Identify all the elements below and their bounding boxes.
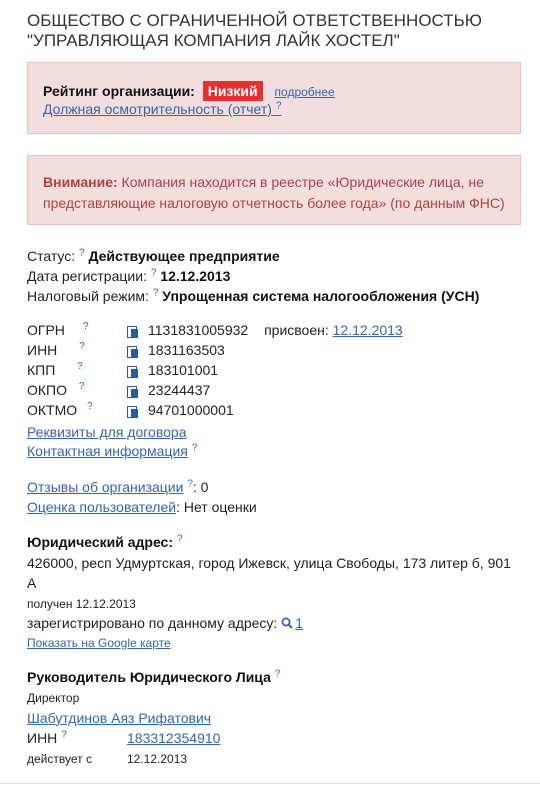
help-mark[interactable]: ? [83,321,89,332]
tax-regime-label: Налоговый режим: [27,288,149,304]
bottom-divider [0,783,540,784]
copy-icon[interactable] [127,366,139,379]
reviews-count: : 0 [192,479,209,495]
help-mark[interactable]: ? [87,401,93,412]
head-name-row: Шабутдинов Аяз Рифатович [27,708,211,728]
head-inn-label: ИНН [27,730,58,746]
user-rating-value: : Нет оценки [176,499,257,515]
warning-panel: Внимание: Компания находится в реестре «… [27,155,521,225]
contacts-link[interactable]: Контактная информация [27,443,188,459]
help-mark[interactable]: ? [61,729,67,740]
help-mark[interactable]: ? [275,668,281,679]
rating-row: Рейтинг организации: Низкий подробнее [43,81,335,101]
status-value: Действующее предприятие [88,248,280,264]
status-row: Статус: ? Действующее предприятие [27,246,280,266]
help-mark[interactable]: ? [79,381,85,392]
tax-regime-row: Налоговый режим: ? Упрощенная система на… [27,286,479,306]
address-registered-row: зарегистрировано по данному адресу: 1 [27,613,303,633]
address-line1: 426000, респ Удмуртская, город Ижевск, у… [27,555,511,571]
google-map-link[interactable]: Показать на Google карте [27,636,171,650]
registration-value: 12.12.2013 [160,268,231,284]
inn-label: ИНН ? [27,341,85,358]
address-heading: Юридический адрес: ? [27,533,183,550]
reviews-link[interactable]: Отзывы об организации [27,479,183,495]
head-inn-row: ИНН ? [27,728,67,748]
copy-icon[interactable] [127,406,139,419]
status-label: Статус: [27,248,76,264]
assigned-date-link[interactable]: 12.12.2013 [333,322,403,338]
help-mark[interactable]: ? [79,341,85,352]
due-diligence-link[interactable]: Должная осмотрительность (отчет) [43,101,272,117]
rating-badge: Низкий [202,81,263,101]
due-diligence-row: Должная осмотрительность (отчет) ? [43,101,281,117]
address-received: получен 12.12.2013 [27,597,136,611]
address-registered-label: зарегистрировано по данному адресу: [27,615,278,631]
kpp-value: 183101001 [148,362,219,378]
help-mark[interactable]: ? [177,533,183,544]
okpo-label: ОКПО ? [27,381,85,398]
requisites-link[interactable]: Реквизиты для договора [27,424,186,440]
company-title: ОБЩЕСТВО С ОГРАНИЧЕННОЙ ОТВЕТСТВЕННОСТЬЮ… [27,11,482,50]
address-line2: А [27,575,37,591]
search-icon [281,617,293,629]
copy-icon[interactable] [127,386,139,399]
registration-label: Дата регистрации: [27,268,147,284]
head-heading: Руководитель Юридического Лица ? [27,668,281,685]
head-since-label: действует с [27,752,92,766]
help-mark[interactable]: ? [153,287,159,298]
help-mark[interactable]: ? [276,100,282,111]
okpo-value: 23244437 [148,382,211,398]
registration-row: Дата регистрации: ? 12.12.2013 [27,266,230,286]
oktmo-value: 94701000001 [148,402,234,418]
ogrn-label: ОГРН ? [27,321,89,338]
rating-more-link[interactable]: подробнее [275,85,335,99]
tax-regime-value: Упрощенная система налогообложения (УСН) [162,288,480,304]
address-registered-link[interactable]: 1 [281,615,303,631]
help-mark[interactable]: ? [151,267,157,278]
help-mark[interactable]: ? [192,442,198,453]
warning-label: Внимание: [43,174,118,190]
warning-text-block: Внимание: Компания находится в реестре «… [43,172,506,214]
copy-icon[interactable] [127,346,139,359]
oktmo-label: ОКТМО ? [27,401,93,418]
requisites-row: Реквизиты для договора [27,422,186,442]
map-row: Показать на Google карте [27,633,171,653]
help-mark[interactable]: ? [79,247,85,258]
head-since-value: 12.12.2013 [127,752,188,766]
reviews-row: Отзывы об организации ?: 0 [27,477,208,497]
ogrn-value: 1131831005932 присвоен: 12.12.2013 [148,322,403,338]
inn-value: 1831163503 [148,342,225,358]
rating-label: Рейтинг организации: [43,83,195,99]
assigned-label: присвоен: [264,322,329,338]
help-mark[interactable]: ? [77,361,83,372]
rating-panel: Рейтинг организации: Низкий подробнее До… [27,62,521,134]
contacts-row: Контактная информация ? [27,441,197,461]
user-rating-row: Оценка пользователей: Нет оценки [27,497,257,517]
head-position: Директор [27,691,80,705]
head-inn-value-row: 183312354910 [127,728,220,748]
kpp-label: КПП ? [27,361,83,378]
copy-icon[interactable] [127,326,139,339]
head-name-link[interactable]: Шабутдинов Аяз Рифатович [27,710,211,726]
head-inn-link[interactable]: 183312354910 [127,730,220,746]
user-rating-link[interactable]: Оценка пользователей [27,499,176,515]
